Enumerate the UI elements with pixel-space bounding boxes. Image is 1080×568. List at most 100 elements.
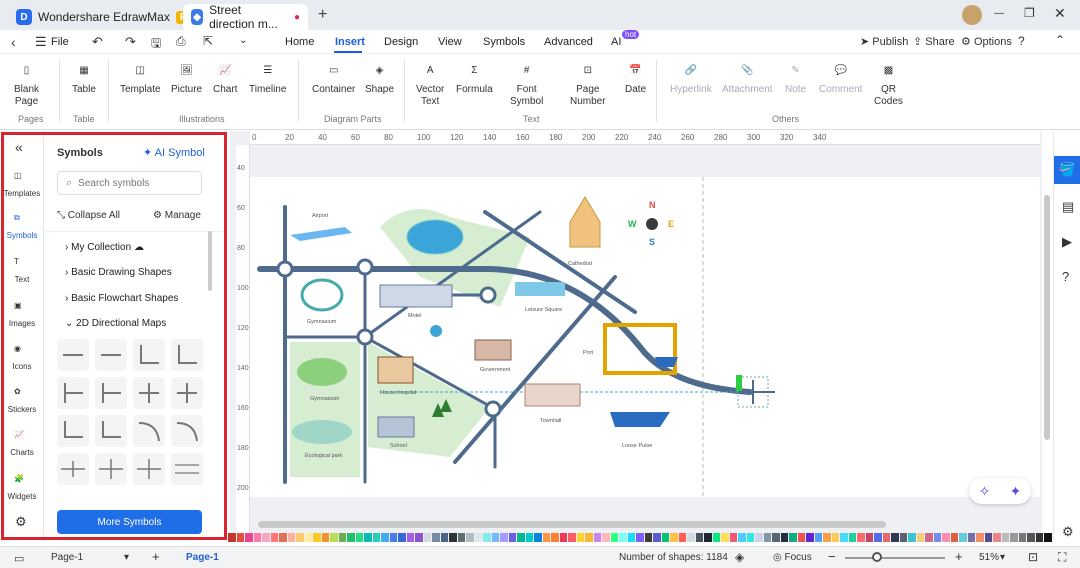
menu-ai[interactable]: AI: [611, 36, 621, 48]
more-dropdown-icon[interactable]: ⌄: [239, 35, 247, 46]
ai-symbol-button[interactable]: ✦ AI Symbol: [143, 146, 205, 159]
color-swatch[interactable]: [984, 532, 992, 542]
fill-bucket-icon[interactable]: 🪣: [1054, 156, 1080, 184]
page-number-button[interactable]: ⊡ Page Number: [570, 62, 606, 108]
color-swatch[interactable]: [372, 532, 380, 542]
focus-button[interactable]: ◎ Focus: [773, 552, 812, 563]
menu-design[interactable]: Design: [384, 36, 418, 48]
color-swatch[interactable]: [857, 532, 865, 542]
selection-handle[interactable]: [736, 375, 742, 391]
color-swatch[interactable]: [627, 532, 635, 542]
rail-templates[interactable]: ◫ Templates: [0, 171, 44, 198]
rail-symbols[interactable]: ⧉ Symbols: [0, 213, 44, 240]
comment-button[interactable]: 💬 Comment: [819, 62, 862, 96]
color-swatch[interactable]: [304, 532, 312, 542]
color-swatch[interactable]: [398, 532, 406, 542]
share-button[interactable]: ⇪ Share: [913, 35, 955, 48]
back-chevron-icon[interactable]: ‹: [11, 34, 16, 50]
color-swatch[interactable]: [287, 532, 295, 542]
chart-button[interactable]: 📈 Chart: [213, 62, 237, 96]
symbol-tile[interactable]: [171, 339, 203, 371]
page-tab-active[interactable]: Page-1: [186, 552, 219, 563]
manage-button[interactable]: ⚙ Manage: [153, 210, 201, 221]
color-swatch[interactable]: [432, 532, 440, 542]
symbol-tile[interactable]: [171, 415, 203, 447]
color-swatch[interactable]: [942, 532, 950, 542]
color-swatch[interactable]: [542, 532, 550, 542]
symbol-tile[interactable]: [133, 339, 165, 371]
color-swatch[interactable]: [593, 532, 601, 542]
file-menu[interactable]: File: [51, 36, 69, 48]
color-swatch[interactable]: [1018, 532, 1026, 542]
picture-button[interactable]: 🖼 Picture: [171, 62, 202, 96]
color-swatch[interactable]: [806, 532, 814, 542]
color-swatch[interactable]: [610, 532, 618, 542]
redo-icon[interactable]: ↷: [125, 34, 136, 50]
zoom-out-icon[interactable]: −: [828, 549, 836, 564]
color-swatch[interactable]: [1027, 532, 1035, 542]
color-swatch[interactable]: [449, 532, 457, 542]
zoom-slider[interactable]: [845, 557, 945, 559]
avatar[interactable]: [962, 5, 982, 25]
color-swatch[interactable]: [865, 532, 873, 542]
color-swatch[interactable]: [440, 532, 448, 542]
color-swatch[interactable]: [517, 532, 525, 542]
rail-stickers[interactable]: ✿ Stickers: [0, 387, 44, 414]
color-swatch[interactable]: [551, 532, 559, 542]
color-swatch[interactable]: [381, 532, 389, 542]
color-swatch[interactable]: [874, 532, 882, 542]
color-swatch[interactable]: [1010, 532, 1018, 542]
color-swatch[interactable]: [661, 532, 669, 542]
color-swatch[interactable]: [389, 532, 397, 542]
table-button[interactable]: ▦ Table: [72, 62, 96, 96]
color-swatch[interactable]: [959, 532, 967, 542]
color-swatch[interactable]: [755, 532, 763, 542]
menu-advanced[interactable]: Advanced: [544, 36, 593, 48]
app-tab[interactable]: D Wondershare EdrawMax Pro: [8, 4, 209, 30]
color-swatch[interactable]: [466, 532, 474, 542]
color-swatch[interactable]: [670, 532, 678, 542]
street-map[interactable]: N W E S Airport Cathedral Gymnasium Mote…: [250, 177, 1040, 497]
color-swatch[interactable]: [712, 532, 720, 542]
help-circle-icon[interactable]: ?: [1062, 269, 1069, 284]
magic-wand-icon[interactable]: ✧: [979, 483, 991, 500]
color-swatch[interactable]: [925, 532, 933, 542]
color-swatch[interactable]: [262, 532, 270, 542]
color-swatch[interactable]: [644, 532, 652, 542]
note-button[interactable]: ✎ Note: [785, 62, 806, 96]
shape-button[interactable]: ◈ Shape: [365, 62, 394, 96]
zoom-dropdown-icon[interactable]: ▾: [1000, 552, 1005, 563]
color-swatch[interactable]: [534, 532, 542, 542]
symbol-tile[interactable]: [95, 415, 127, 447]
color-swatch[interactable]: [678, 532, 686, 542]
category-basic-flowchart[interactable]: › Basic Flowchart Shapes: [65, 293, 178, 304]
undo-icon[interactable]: ↶: [92, 34, 103, 50]
drawing-page[interactable]: N W E S Airport Cathedral Gymnasium Mote…: [250, 177, 1040, 497]
color-swatch[interactable]: [993, 532, 1001, 542]
color-swatch[interactable]: [619, 532, 627, 542]
color-swatch[interactable]: [763, 532, 771, 542]
hyperlink-button[interactable]: 🔗 Hyperlink: [670, 62, 712, 96]
color-swatch[interactable]: [976, 532, 984, 542]
rail-icons[interactable]: ◉ Icons: [0, 344, 44, 371]
color-swatch[interactable]: [831, 532, 839, 542]
color-swatch[interactable]: [653, 532, 661, 542]
attachment-button[interactable]: 📎 Attachment: [722, 62, 773, 96]
color-swatch[interactable]: [848, 532, 856, 542]
ai-sparkle-icon[interactable]: ✦: [1010, 483, 1022, 500]
color-swatch[interactable]: [899, 532, 907, 542]
export-icon[interactable]: ⇱: [203, 34, 213, 48]
color-swatch[interactable]: [814, 532, 822, 542]
symbol-tile[interactable]: [57, 415, 89, 447]
presentation-icon[interactable]: ▶: [1062, 234, 1072, 250]
vertical-scrollbar[interactable]: [1044, 195, 1050, 440]
new-tab-plus-icon[interactable]: +: [318, 6, 327, 24]
color-swatch[interactable]: [585, 532, 593, 542]
color-swatch[interactable]: [695, 532, 703, 542]
color-swatch[interactable]: [525, 532, 533, 542]
category-my-collection[interactable]: › My Collection ☁: [65, 242, 144, 253]
color-swatch[interactable]: [457, 532, 465, 542]
vector-text-button[interactable]: A Vector Text: [416, 62, 444, 108]
color-swatch[interactable]: [568, 532, 576, 542]
color-swatch[interactable]: [253, 532, 261, 542]
